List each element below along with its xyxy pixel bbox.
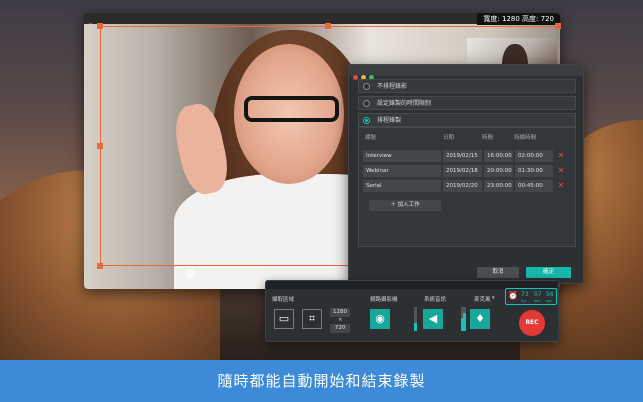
column-header-duration: 持續時間 — [514, 135, 537, 141]
timer-hours: 73 — [521, 291, 529, 298]
option-time-limit[interactable]: 設定錄製的時間限制 — [358, 96, 576, 110]
crop-area-button[interactable]: ⌗ — [302, 309, 322, 329]
radio-button[interactable] — [363, 100, 370, 107]
resize-handle[interactable] — [97, 263, 103, 269]
level-fill — [463, 313, 466, 331]
timer-minutes: 07 — [534, 291, 542, 298]
option-label: 設定錄製的時間限制 — [377, 100, 432, 107]
dialog-titlebar — [349, 65, 583, 80]
gear-icon[interactable]: ⚙ — [184, 268, 196, 282]
delete-icon[interactable]: ✕ — [555, 150, 567, 162]
row-duration[interactable]: 02:00:00 — [515, 150, 553, 162]
recorder-control-bar: 擷取區域 ▭ ⌗ 1280 × 720 網路攝影機 ◉ 系統音訊 ◀ 麥克風 ▾… — [265, 280, 559, 342]
option-label: 排程錄製 — [377, 117, 402, 124]
chevron-down-icon[interactable]: ▾ — [492, 295, 495, 301]
times-sign: × — [338, 317, 343, 323]
system-audio-toggle[interactable]: ◀ — [423, 309, 443, 329]
schedule-table: 標題 日期 時間 持續時間 Interview 2019/02/15 16:00… — [358, 127, 576, 247]
speaker-icon: ◀ — [428, 312, 438, 325]
delete-icon[interactable]: ✕ — [555, 180, 567, 192]
column-header-date: 日期 — [443, 135, 455, 141]
option-label: 不排程錄影 — [377, 83, 408, 90]
timer-hours-unit: hrs — [521, 299, 527, 303]
delete-icon[interactable]: ✕ — [555, 165, 567, 177]
webcam-label: 網路攝影機 — [370, 297, 398, 303]
system-audio-label: 系統音訊 — [424, 297, 447, 303]
table-row[interactable]: Webinar 2019/02/18 20:00:00 01:30:00 ✕ — [363, 165, 569, 177]
webcam-level-meter — [414, 307, 417, 331]
resize-handle[interactable] — [97, 23, 103, 29]
height-field[interactable]: 720 — [330, 324, 350, 333]
option-schedule[interactable]: 排程錄製 — [358, 113, 576, 127]
microphone-toggle[interactable]: ♦ — [470, 309, 490, 329]
microphone-label: 麥克風 — [474, 297, 491, 303]
table-row[interactable]: Interview 2019/02/15 16:00:00 02:00:00 ✕ — [363, 150, 569, 162]
ok-button[interactable]: 確定 — [526, 267, 571, 278]
radio-button[interactable] — [363, 83, 370, 90]
schedule-dialog: 不排程錄影 設定錄製的時間限制 排程錄製 標題 日期 時間 持續時間 Inter… — [348, 64, 584, 284]
row-title[interactable]: Interview — [363, 150, 441, 162]
resize-handle[interactable] — [97, 143, 103, 149]
option-no-schedule[interactable]: 不排程錄影 — [358, 79, 576, 93]
timer-minutes-unit: min — [534, 299, 541, 303]
monitor-icon: ▭ — [278, 312, 290, 325]
row-time[interactable]: 23:00:00 — [484, 180, 513, 192]
webcam-toggle[interactable]: ◉ — [370, 309, 390, 329]
schedule-timer[interactable]: ⏰ 73 07 56 hrs min sec — [505, 288, 557, 305]
dimension-readout: 寬度: 1280 高度: 720 — [477, 13, 560, 25]
radio-button[interactable] — [363, 117, 370, 124]
capture-area-label: 擷取區域 — [272, 297, 295, 303]
microphone-icon: ♦ — [475, 312, 485, 325]
record-button[interactable]: REC — [519, 310, 545, 336]
add-task-button[interactable]: ＋ 加入工作 — [369, 200, 441, 211]
cancel-button[interactable]: 取消 — [477, 267, 519, 278]
timer-seconds: 56 — [546, 291, 554, 298]
resize-handle[interactable] — [325, 23, 331, 29]
row-duration[interactable]: 00:45:00 — [515, 180, 553, 192]
alarm-clock-icon: ⏰ — [508, 291, 518, 300]
row-time[interactable]: 16:00:00 — [484, 150, 513, 162]
row-time[interactable]: 20:00:00 — [484, 165, 513, 177]
row-title[interactable]: Serial — [363, 180, 441, 192]
caption-banner: 隨時都能自動開始和結束錄製 — [0, 360, 643, 402]
timer-seconds-unit: sec — [546, 299, 552, 303]
crop-icon: ⌗ — [308, 312, 316, 325]
row-date[interactable]: 2019/02/18 — [443, 165, 482, 177]
column-header-title: 標題 — [365, 135, 377, 141]
webcam-icon: ◉ — [375, 312, 385, 325]
row-date[interactable]: 2019/02/20 — [443, 180, 482, 192]
table-row[interactable]: Serial 2019/02/20 23:00:00 00:45:00 ✕ — [363, 180, 569, 192]
resize-handle[interactable] — [555, 23, 561, 29]
level-fill — [414, 322, 417, 331]
width-field[interactable]: 1280 — [330, 308, 350, 317]
microphone-level-meter — [463, 307, 466, 331]
fullscreen-capture-button[interactable]: ▭ — [274, 309, 294, 329]
row-duration[interactable]: 01:30:00 — [515, 165, 553, 177]
row-date[interactable]: 2019/02/15 — [443, 150, 482, 162]
column-header-time: 時間 — [482, 135, 494, 141]
row-title[interactable]: Webinar — [363, 165, 441, 177]
